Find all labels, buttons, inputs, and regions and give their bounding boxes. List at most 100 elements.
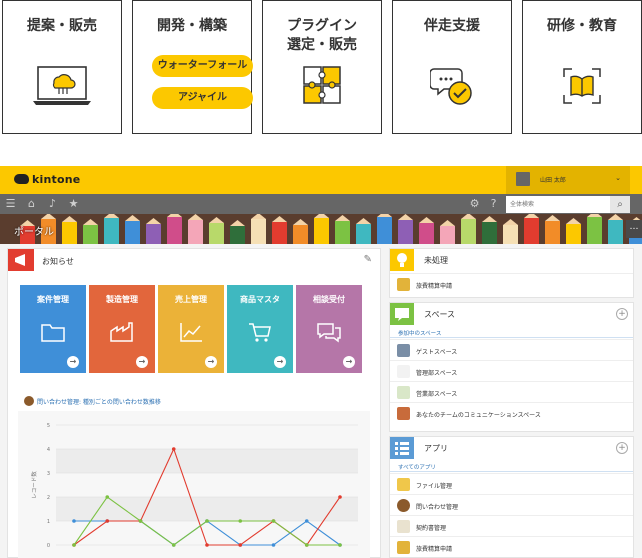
help-icon[interactable]: ?	[487, 197, 500, 210]
space-thumbnail	[397, 386, 410, 399]
pencil-shape	[272, 222, 287, 244]
agile-pill: アジャイル	[152, 87, 253, 109]
service-card-development: 開発・構築 ウォーターフォール アジャイル	[132, 0, 253, 134]
list-item[interactable]: ファイル管理	[390, 473, 633, 494]
user-name: 山田 太郎	[540, 177, 566, 184]
data-point	[171, 543, 176, 547]
home-icon[interactable]: ⌂	[25, 197, 38, 210]
lightbulb-icon	[390, 249, 414, 271]
list-item-label: 営業部スペース	[416, 391, 458, 398]
user-menu[interactable]: 山田 太郎 ⌄	[506, 166, 630, 194]
tile-label: 製造管理	[106, 295, 138, 304]
space-icon	[390, 303, 414, 325]
pencil-shape	[209, 223, 224, 244]
gear-icon[interactable]: ⚙	[468, 197, 481, 210]
arrow-right-icon: →	[205, 356, 217, 368]
star-icon[interactable]: ★	[67, 197, 80, 210]
pencil-shape	[377, 217, 392, 244]
service-card-support: 伴走支援	[392, 0, 512, 134]
list-item[interactable]: 旅費精算申請	[390, 536, 633, 557]
portal-banner: ポータル …	[0, 214, 642, 244]
menu-icon[interactable]: ☰	[4, 197, 17, 210]
pencil-shape	[503, 225, 518, 244]
unprocessed-header: 未処理	[390, 249, 633, 271]
service-title: 提案・販売	[27, 18, 97, 34]
list-item[interactable]: 営業部スペース	[390, 381, 633, 402]
list-item[interactable]: 契約書管理	[390, 515, 633, 536]
y-tick-label: 0	[47, 543, 50, 549]
pencil-shape	[335, 221, 350, 244]
pencil-shape	[167, 217, 182, 244]
divider	[390, 337, 633, 338]
pencil-shape	[314, 218, 329, 244]
spaces-panel: スペース + 参加中のスペース ゲストスペース 管理部スペース 営業部スペース …	[389, 302, 634, 432]
apps-title: アプリ	[424, 444, 448, 453]
unprocessed-panel: 未処理 旅費精算申請	[389, 248, 634, 298]
app-tile-project[interactable]: 案件管理 →	[20, 285, 86, 373]
y-tick-label: 3	[47, 471, 50, 477]
app-tile-sales[interactable]: 売上管理 →	[158, 285, 224, 373]
app-tile-manufacturing[interactable]: 製造管理 →	[89, 285, 155, 373]
bell-icon[interactable]: ♪	[46, 197, 59, 210]
data-point	[171, 447, 176, 451]
pencil-shape	[62, 222, 77, 244]
megaphone-icon	[8, 249, 34, 271]
notice-title: お知らせ	[42, 257, 74, 266]
list-item[interactable]: 旅費精算申請	[390, 273, 633, 294]
search-icon[interactable]: ⌕	[610, 196, 630, 213]
list-item-label: 契約書管理	[416, 525, 447, 532]
pencil-shape	[398, 220, 413, 244]
list-item[interactable]: 管理部スペース	[390, 360, 633, 381]
kintone-logo[interactable]: kintone	[14, 173, 80, 186]
spaces-subheader[interactable]: 参加中のスペース	[398, 329, 441, 337]
pencil-shape	[587, 217, 602, 244]
list-item-label: あなたのチームのコミュニケーションスペース	[416, 412, 541, 419]
search-input[interactable]	[506, 196, 610, 213]
service-card-plugin: プラグイン 選定・販売	[262, 0, 382, 134]
add-space-button[interactable]: +	[616, 308, 628, 320]
line-chart-svg: 0 1 2 3 4 5 レコード数	[30, 423, 358, 549]
pencil-shape	[545, 221, 560, 244]
edit-icon[interactable]: ✎	[364, 254, 372, 265]
app-icon	[397, 520, 410, 533]
data-point	[238, 519, 243, 523]
grid-band	[56, 449, 358, 473]
service-card-training: 研修・教育	[522, 0, 642, 134]
data-point	[72, 543, 76, 547]
tile-label: 商品マスタ	[240, 295, 280, 304]
book-icon	[563, 68, 601, 104]
list-item[interactable]: あなたのチームのコミュニケーションスペース	[390, 402, 633, 423]
pencil-shape	[356, 224, 371, 244]
kintone-bird-icon	[14, 174, 29, 184]
y-tick-label: 2	[47, 495, 50, 501]
kintone-portal: kintone 山田 太郎 ⌄ ☰ ⌂ ♪ ★ ⚙ ? ⌕ ポータル	[0, 166, 642, 558]
chart-heading[interactable]: 問い合わせ管理: 種別ごとの問い合わせ数推移	[24, 396, 161, 406]
list-item[interactable]: ゲストスペース	[390, 339, 633, 360]
unprocessed-title: 未処理	[424, 256, 448, 265]
pencil-shape	[419, 223, 434, 244]
app-tile-products[interactable]: 商品マスタ →	[227, 285, 293, 373]
data-point	[238, 543, 243, 547]
data-point	[105, 519, 110, 523]
service-cards: 提案・販売 開発・構築 ウォーターフォール アジャイル プラグイン 選定・販売	[0, 0, 642, 134]
nav-bar: ☰ ⌂ ♪ ★ ⚙ ? ⌕	[0, 194, 642, 214]
pencil-shape	[461, 219, 476, 244]
logo-text: kintone	[32, 173, 81, 186]
apps-subheader[interactable]: すべてのアプリ	[398, 463, 436, 471]
app-tile-consultation[interactable]: 相談受付 →	[296, 285, 362, 373]
colored-pencils-image	[0, 214, 642, 244]
apps-panel: アプリ + すべてのアプリ ファイル管理 問い合わせ管理 契約書管理 旅費精算申…	[389, 436, 634, 558]
add-app-button[interactable]: +	[616, 442, 628, 454]
data-point	[271, 543, 276, 547]
more-icon[interactable]: …	[626, 220, 642, 238]
list-item-label: ファイル管理	[416, 483, 453, 490]
list-item[interactable]: 問い合わせ管理	[390, 494, 633, 515]
portal-title: ポータル	[14, 227, 54, 238]
data-point	[72, 519, 76, 523]
data-point	[304, 519, 309, 523]
folder-icon	[41, 324, 65, 342]
app-icon	[397, 278, 410, 291]
avatar	[24, 396, 34, 406]
apps-header: アプリ +	[390, 437, 633, 459]
list-item-label: ゲストスペース	[416, 349, 458, 356]
